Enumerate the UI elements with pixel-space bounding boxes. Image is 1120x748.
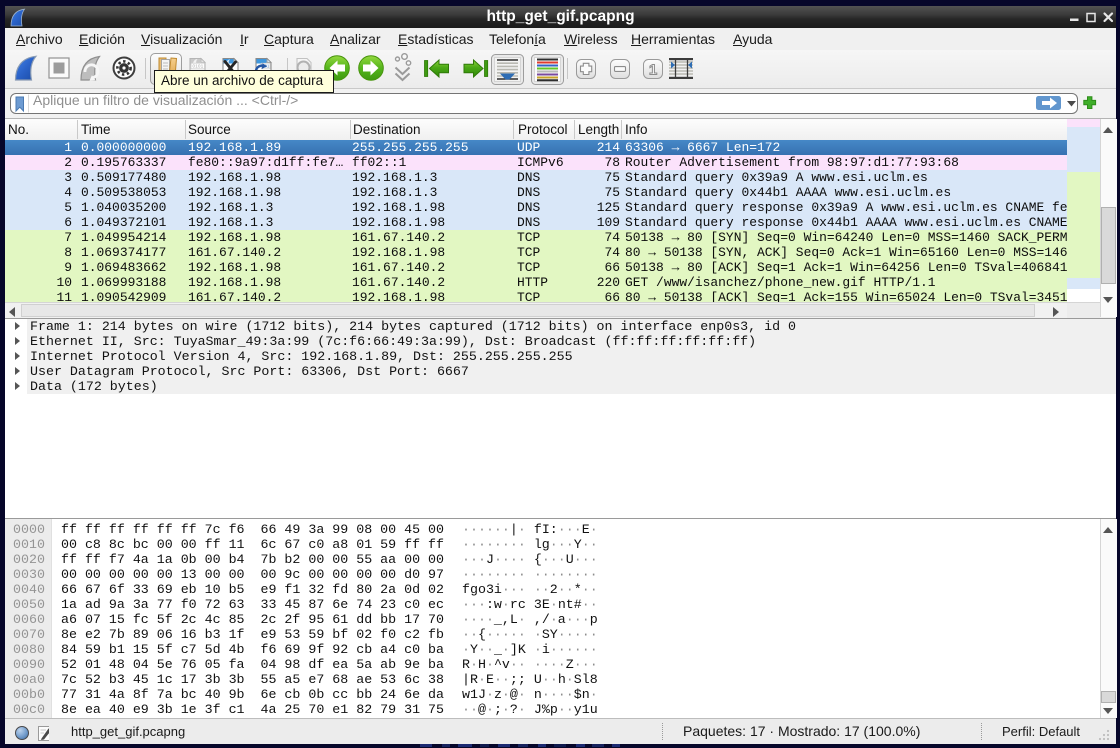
svg-text:0101: 0101 — [193, 64, 204, 69]
svg-text:1: 1 — [649, 62, 657, 79]
